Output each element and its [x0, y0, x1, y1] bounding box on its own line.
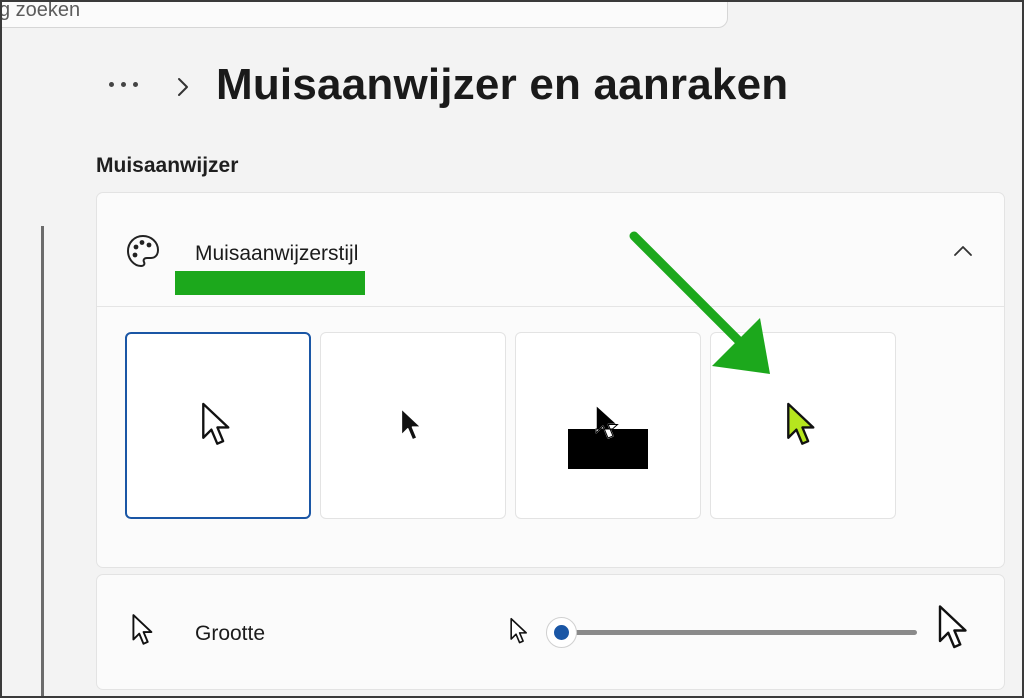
page-title: Muisaanwijzer en aanraken — [216, 60, 789, 109]
size-card: Grootte — [96, 574, 1005, 690]
more-icon[interactable] — [100, 66, 146, 102]
search-text: g zoeken — [0, 0, 81, 21]
inverted-cursor-preview — [568, 403, 648, 469]
cursor-icon — [938, 605, 967, 649]
annotation-highlight — [175, 271, 365, 295]
pointer-style-card: Muisaanwijzerstijl — [96, 192, 1005, 568]
pointer-style-label: Muisaanwijzerstijl — [195, 242, 359, 265]
cursor-icon — [132, 614, 153, 645]
navigation-rail — [41, 226, 44, 698]
pointer-option-black[interactable] — [320, 332, 506, 519]
chevron-up-icon[interactable] — [951, 239, 975, 263]
search-box[interactable]: g zoeken — [0, 0, 728, 28]
size-slider-thumb[interactable] — [546, 617, 577, 648]
palette-icon — [126, 234, 160, 268]
cursor-icon — [787, 402, 815, 445]
pointer-option-white[interactable] — [125, 332, 311, 519]
size-slider-track[interactable] — [551, 630, 917, 635]
chevron-right-icon — [178, 78, 188, 96]
cursor-icon — [400, 407, 422, 441]
size-label: Grootte — [195, 622, 266, 645]
cursor-icon — [202, 402, 230, 445]
cursor-icon — [510, 617, 527, 644]
section-label: Muisaanwijzer — [96, 154, 239, 177]
annotation-arrow-icon — [629, 231, 770, 374]
pointer-style-header[interactable]: Muisaanwijzerstijl — [97, 193, 1004, 307]
